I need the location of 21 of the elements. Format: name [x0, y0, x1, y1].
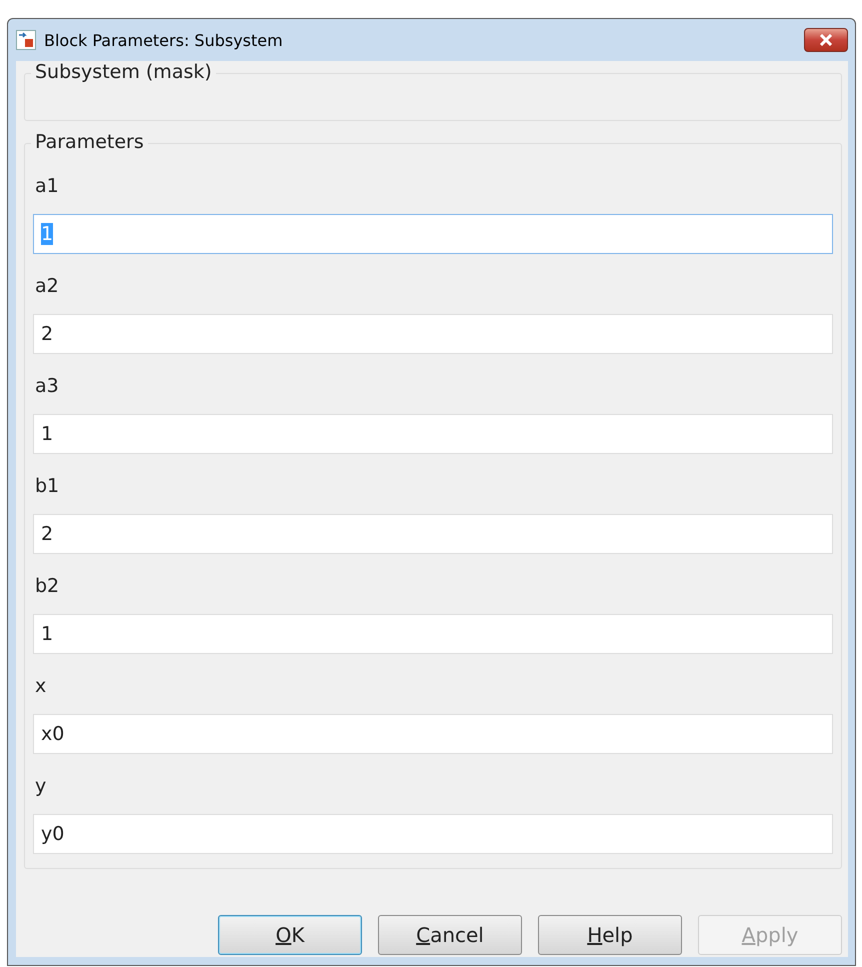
parameter-label: b2 [35, 575, 60, 597]
parameter-label: y [35, 775, 48, 797]
input-field[interactable]: 1 [33, 414, 833, 454]
input-field[interactable]: x0 [33, 714, 833, 754]
input-field[interactable]: y0 [33, 814, 833, 854]
parameter-label: b1 [35, 475, 60, 497]
parameter-label: a3 [35, 375, 60, 397]
parameter-label: x [35, 675, 48, 697]
parameter-label: a2 [35, 275, 60, 297]
close-icon [819, 34, 833, 46]
input-field[interactable]: 2 [33, 514, 833, 554]
input-field[interactable]: 1 [33, 614, 833, 654]
block-icon [16, 30, 36, 50]
parameter-label: a1 [35, 175, 60, 197]
input-field[interactable]: 2 [33, 314, 833, 354]
group-title: Subsystem (mask) [31, 61, 216, 83]
close-button[interactable] [804, 28, 848, 52]
window-title: Block Parameters: Subsystem [44, 30, 283, 50]
dialog-button[interactable]: OK [218, 915, 362, 955]
dialog-button[interactable]: Help [538, 915, 682, 955]
dialog-button[interactable]: Cancel [378, 915, 522, 955]
